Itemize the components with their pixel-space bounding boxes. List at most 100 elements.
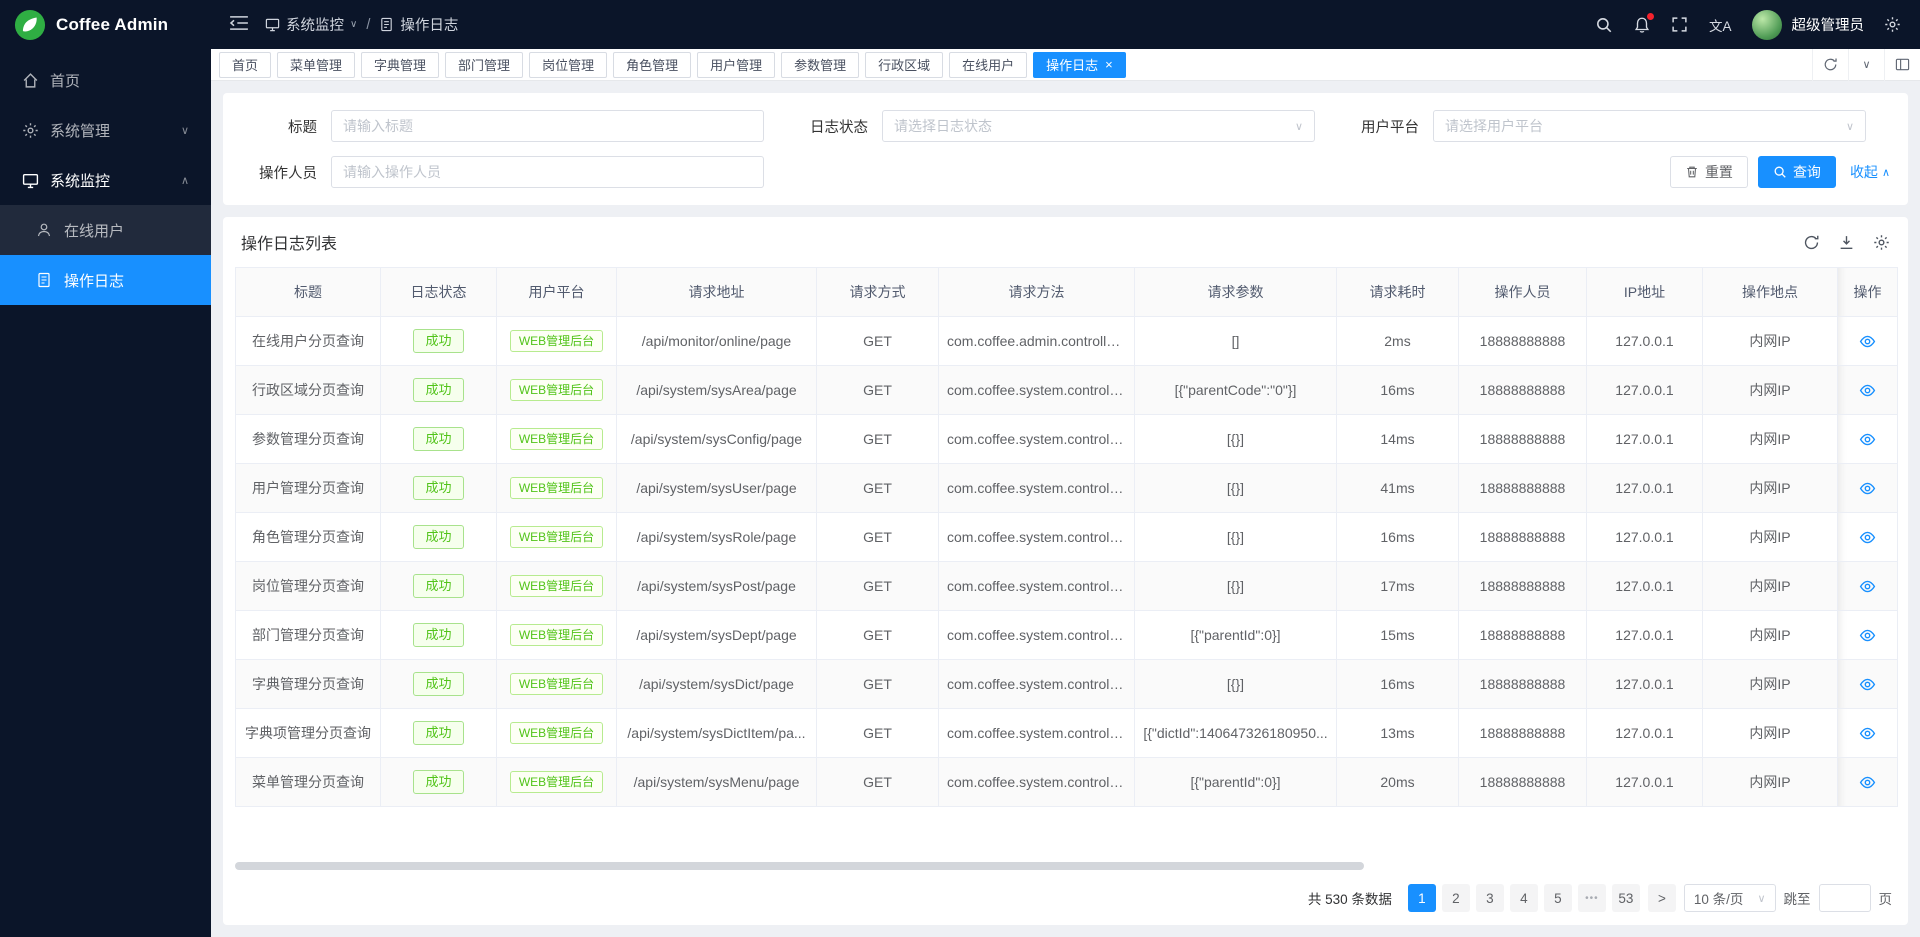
sidebar-item-system-monitor[interactable]: 系统监控 ∧	[0, 155, 211, 205]
jump-to-input[interactable]	[1819, 884, 1871, 912]
cell-location: 内网IP	[1703, 513, 1838, 562]
view-detail-eye-icon[interactable]	[1859, 529, 1876, 546]
page-size-select[interactable]: 10 条/页 ∨	[1684, 884, 1776, 912]
cell-request-handler: com.coffee.system.controlle...	[939, 611, 1135, 660]
reset-button-label: 重置	[1705, 162, 1733, 182]
cell-ip-address: 127.0.0.1	[1587, 464, 1703, 513]
log-status-filter-label: 日志状态	[790, 116, 882, 137]
user-name[interactable]: 超级管理员	[1792, 14, 1865, 35]
view-detail-eye-icon[interactable]	[1859, 627, 1876, 644]
column-settings-gear-icon[interactable]	[1873, 234, 1890, 251]
cell-log-status: 成功	[381, 758, 497, 807]
page-button[interactable]: 5	[1544, 884, 1572, 912]
cell-operator: 18888888888	[1459, 709, 1587, 758]
user-icon	[36, 222, 53, 239]
operator-filter-input[interactable]: 请输入操作人员	[331, 156, 764, 188]
sidebar-collapse-icon[interactable]	[229, 15, 249, 35]
tab-item[interactable]: 菜单管理	[277, 52, 355, 78]
view-detail-eye-icon[interactable]	[1859, 725, 1876, 742]
notification-bell-icon[interactable]	[1633, 16, 1651, 34]
cell-request-url: /api/system/sysDept/page	[617, 611, 817, 660]
horizontal-scrollbar-thumb[interactable]	[235, 862, 1364, 870]
cell-title: 行政区域分页查询	[236, 366, 381, 415]
cell-operator: 18888888888	[1459, 611, 1587, 660]
refresh-icon[interactable]	[1803, 234, 1820, 251]
cell-log-status: 成功	[381, 709, 497, 758]
next-page-button[interactable]: >	[1648, 884, 1676, 912]
view-detail-eye-icon[interactable]	[1859, 578, 1876, 595]
view-detail-eye-icon[interactable]	[1859, 676, 1876, 693]
sidebar-item-home[interactable]: 首页	[0, 55, 211, 105]
user-platform-select[interactable]: 请选择用户平台 ∨	[1433, 110, 1866, 142]
cell-request-handler: com.coffee.system.controlle...	[939, 709, 1135, 758]
pagination-ellipsis[interactable]: •••	[1578, 884, 1606, 912]
tab-close-icon[interactable]: ×	[1105, 58, 1113, 71]
collapse-filters-link[interactable]: 收起 ∧	[1850, 162, 1890, 182]
monitor-icon	[265, 17, 280, 32]
tab-item[interactable]: 用户管理	[697, 52, 775, 78]
cell-log-status: 成功	[381, 562, 497, 611]
user-avatar[interactable]	[1752, 10, 1782, 40]
cell-request-params: [{"parentId":0}]	[1135, 758, 1337, 807]
page-button[interactable]: 53	[1612, 884, 1640, 912]
translate-icon[interactable]: 文A	[1709, 15, 1732, 35]
tab-item[interactable]: 操作日志×	[1033, 52, 1126, 78]
operator-filter-label: 操作人员	[239, 162, 331, 183]
chevron-down-icon: ∨	[181, 124, 189, 137]
view-detail-eye-icon[interactable]	[1859, 431, 1876, 448]
page-button[interactable]: 4	[1510, 884, 1538, 912]
tab-item[interactable]: 行政区域	[865, 52, 943, 78]
table-title: 操作日志列表	[241, 230, 337, 254]
cell-platform: WEB管理后台	[497, 366, 617, 415]
tab-item[interactable]: 岗位管理	[529, 52, 607, 78]
sidebar-item-system-management[interactable]: 系统管理 ∨	[0, 105, 211, 155]
jump-to-label: 跳至	[1784, 888, 1811, 908]
cell-action	[1838, 366, 1898, 415]
cell-operator: 18888888888	[1459, 758, 1587, 807]
column-header: 操作	[1838, 268, 1898, 317]
sidebar-item-online-users[interactable]: 在线用户	[0, 205, 211, 255]
tab-item[interactable]: 字典管理	[361, 52, 439, 78]
cell-action	[1838, 758, 1898, 807]
cell-request-method: GET	[817, 464, 939, 513]
settings-gear-icon[interactable]	[1884, 16, 1902, 34]
view-detail-eye-icon[interactable]	[1859, 382, 1876, 399]
cell-log-status: 成功	[381, 513, 497, 562]
page-button[interactable]: 3	[1476, 884, 1504, 912]
cell-request-params: [{}]	[1135, 562, 1337, 611]
layout-icon[interactable]	[1884, 49, 1920, 81]
chevron-down-icon[interactable]: ∨	[1848, 49, 1884, 81]
search-button[interactable]: 查询	[1758, 156, 1836, 188]
cell-log-status: 成功	[381, 611, 497, 660]
monitor-icon	[22, 172, 39, 189]
tab-item[interactable]: 部门管理	[445, 52, 523, 78]
reset-button[interactable]: 重置	[1670, 156, 1748, 188]
page-button[interactable]: 1	[1408, 884, 1436, 912]
page-button[interactable]: 2	[1442, 884, 1470, 912]
title-filter-input[interactable]: 请输入标题	[331, 110, 764, 142]
cell-title: 用户管理分页查询	[236, 464, 381, 513]
tab-label: 行政区域	[878, 55, 930, 74]
log-status-select[interactable]: 请选择日志状态 ∨	[882, 110, 1315, 142]
fullscreen-icon[interactable]	[1671, 16, 1689, 34]
tab-item[interactable]: 首页	[219, 52, 271, 78]
export-icon[interactable]	[1838, 234, 1855, 251]
breadcrumb-system-monitor[interactable]: 系统监控 ∨	[265, 14, 357, 35]
refresh-icon[interactable]	[1812, 49, 1848, 81]
search-icon[interactable]	[1595, 16, 1613, 34]
view-detail-eye-icon[interactable]	[1859, 774, 1876, 791]
tab-bar-actions: ∨	[1812, 49, 1920, 81]
breadcrumb-operation-logs[interactable]: 操作日志	[379, 14, 458, 35]
tab-item[interactable]: 参数管理	[781, 52, 859, 78]
cell-request-method: GET	[817, 415, 939, 464]
tab-item[interactable]: 角色管理	[613, 52, 691, 78]
cell-operator: 18888888888	[1459, 415, 1587, 464]
platform-badge: WEB管理后台	[510, 379, 603, 402]
view-detail-eye-icon[interactable]	[1859, 333, 1876, 350]
view-detail-eye-icon[interactable]	[1859, 480, 1876, 497]
cell-request-duration: 16ms	[1337, 366, 1459, 415]
sidebar-item-operation-logs[interactable]: 操作日志	[0, 255, 211, 305]
cell-platform: WEB管理后台	[497, 513, 617, 562]
tab-item[interactable]: 在线用户	[949, 52, 1027, 78]
app-root: Coffee Admin 首页 系统管理 ∨ 系统监控	[0, 0, 1920, 937]
